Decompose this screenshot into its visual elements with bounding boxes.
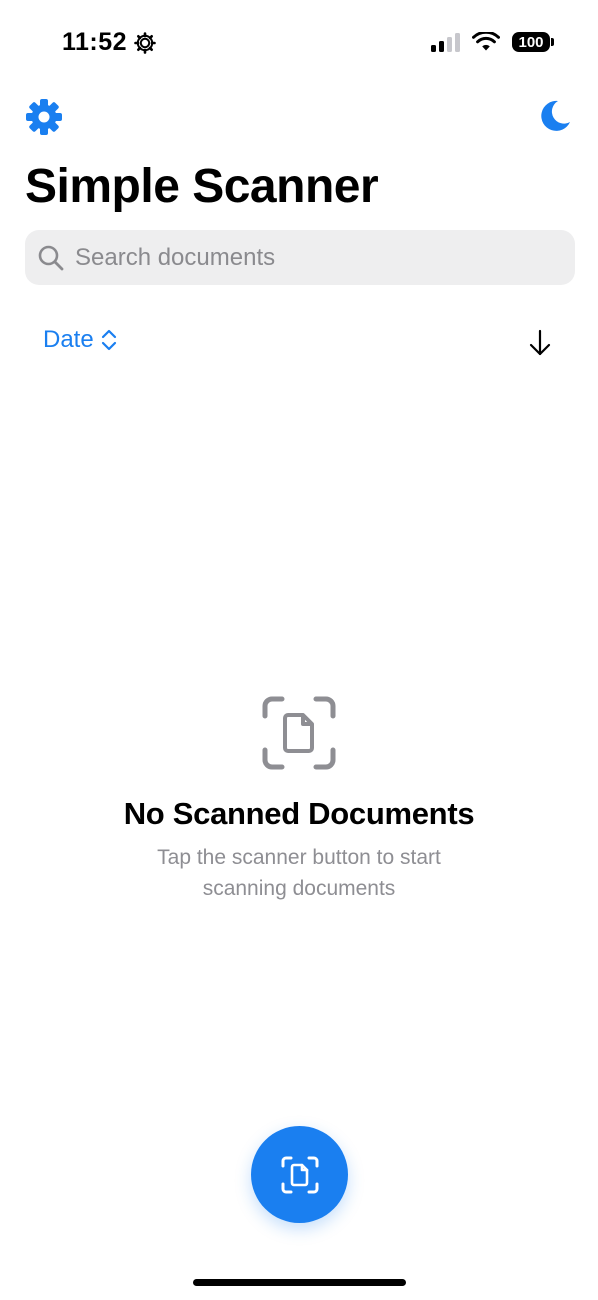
gear-icon[interactable] bbox=[25, 98, 63, 136]
empty-state: No Scanned Documents Tap the scanner but… bbox=[0, 696, 598, 904]
status-indicators: 100 bbox=[431, 32, 554, 52]
battery-icon: 100 bbox=[512, 32, 554, 52]
status-time: 11:52 bbox=[62, 28, 128, 56]
home-indicator bbox=[193, 1279, 406, 1286]
search-bar[interactable] bbox=[25, 230, 575, 285]
moon-icon[interactable] bbox=[536, 98, 572, 134]
chevron-up-down-icon bbox=[101, 329, 116, 351]
empty-state-title: No Scanned Documents bbox=[123, 796, 475, 831]
arrow-down-icon[interactable] bbox=[527, 328, 553, 358]
search-icon bbox=[38, 245, 64, 270]
sort-by-button[interactable]: Date bbox=[43, 326, 118, 354]
search-input[interactable] bbox=[73, 236, 575, 279]
status-time-group: 11:52 bbox=[62, 28, 157, 57]
battery-level: 100 bbox=[518, 33, 544, 51]
cellular-signal-icon bbox=[431, 32, 460, 52]
document-scan-icon bbox=[281, 1156, 318, 1193]
focus-gear-icon bbox=[134, 31, 156, 54]
status-bar: 11:52 100 bbox=[0, 0, 598, 90]
scan-document-button[interactable] bbox=[251, 1126, 348, 1223]
document-scan-icon bbox=[262, 696, 336, 770]
sort-by-label: Date bbox=[43, 326, 94, 353]
page-title: Simple Scanner bbox=[25, 160, 379, 213]
empty-state-subtitle: Tap the scanner button to start scanning… bbox=[157, 846, 441, 900]
wifi-icon bbox=[472, 32, 500, 51]
